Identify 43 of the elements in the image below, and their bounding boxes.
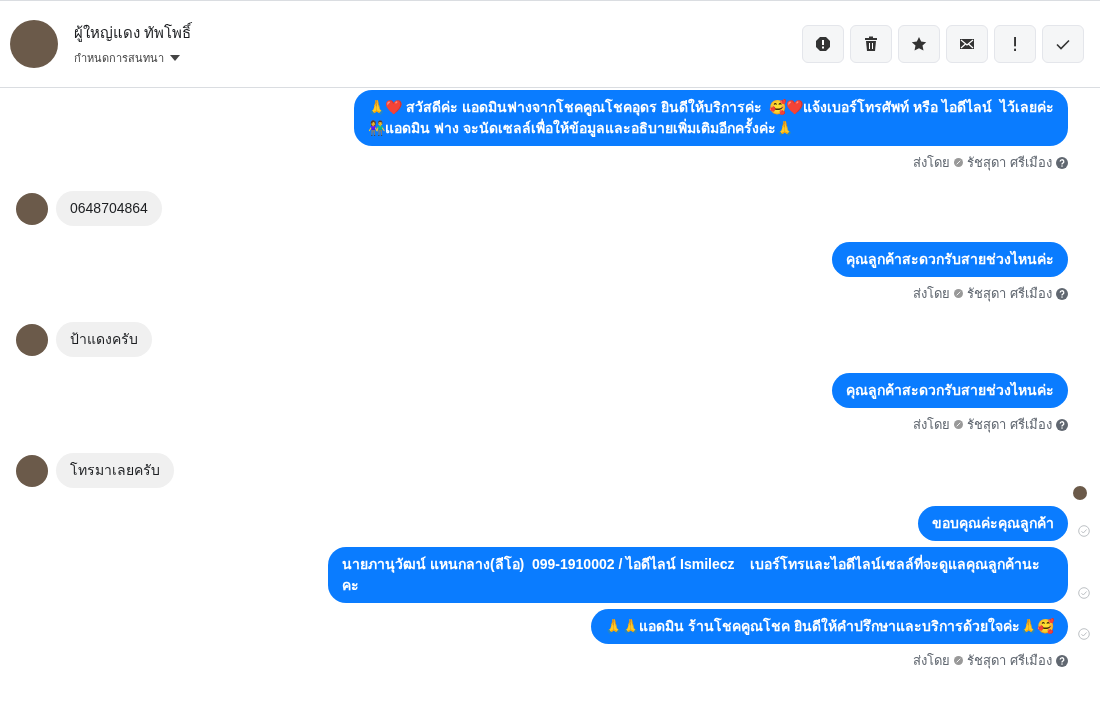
message-bubble: ขอบคุณค่ะคุณลูกค้า [918,506,1068,541]
message-bubble: คุณลูกค้าสะดวกรับสายช่วงไหนค่ะ [832,242,1068,277]
checkmark-button[interactable] [1042,25,1084,63]
message-bubble: คุณลูกค้าสะดวกรับสายช่วงไหนค่ะ [832,373,1068,408]
message-bubble: 0648704864 [56,191,162,226]
help-icon[interactable] [1056,418,1068,431]
blocked-icon [954,420,964,429]
avatar-photo [16,454,48,487]
star-button[interactable] [898,25,940,63]
help-icon[interactable] [1056,654,1068,667]
message-bubble: นายภานุวัฒน์ แหนกลาง(ลีโอ) 099-1910002 / ไอดีไลน์ Ismilecz เบอร์โทรและไอดีไลน์เซลล์ที่จะดูแลคุณลูกค้านะคะ [328,547,1068,603]
sent-by-label: ส่งโดย [913,652,951,670]
avatar-photo [16,192,48,225]
star-icon [911,36,927,52]
conversation-settings-link[interactable]: กำหนดการสนทนา [74,49,164,67]
seen-avatar [1073,486,1087,500]
exclamation-icon [1013,37,1017,51]
sender-name[interactable]: รัชสุดา ศรีเมือง [967,283,1052,304]
caret-icon[interactable] [170,55,180,61]
help-icon[interactable] [1056,287,1068,300]
message-bubble: 🙏❤ สวัสดีค่ะ แอดมินฟางจากโชคคูณโชคอุดร ยินดีให้บริการค่ะ 🥰❤แจ้งเบอร์โทรศัพท์ หรือ ไอดีไลน์ ไว้เลยค่ะ 👫แอดมิน ฟาง จะนัดเซลล์เพื่อให้ข้อมูลและอธิบายเพิ่มเติมอีกครั้งค่ะ🙏 [354,90,1068,146]
blocked-icon [954,289,964,298]
sent-by-label: ส่งโดย [913,285,951,303]
message-bubble: โทรมาเลยครับ [56,453,174,488]
trash-button[interactable] [850,25,892,63]
avatar-photo [10,20,58,68]
blocked-icon [954,656,964,665]
sender-name[interactable]: รัชสุดา ศรีเมือง [967,414,1052,435]
contact-name: ผู้ใหญ่แดง ทัพโพธิ์ [74,21,193,44]
sender-name[interactable]: รัชสุดา ศรีเมือง [967,650,1052,671]
message-bubble: ป้าแดงครับ [56,322,152,357]
blocked-icon [954,158,964,167]
alert-button[interactable] [802,25,844,63]
sent-by-label: ส่งโดย [913,154,951,172]
help-icon[interactable] [1056,156,1068,169]
message-bubble: 🙏🙏แอดมิน ร้านโชคคูณโชค ยินดีให้คำปรึกษาและบริการด้วยใจค่ะ🙏🥰 [591,609,1068,644]
sender-name[interactable]: รัชสุดา ศรีเมือง [967,152,1052,173]
sent-by-label: ส่งโดย [913,416,951,434]
mail-icon [959,36,975,52]
alert-icon [815,36,831,52]
trash-icon [863,36,879,52]
mail-button[interactable] [946,25,988,63]
avatar-photo [16,323,48,356]
